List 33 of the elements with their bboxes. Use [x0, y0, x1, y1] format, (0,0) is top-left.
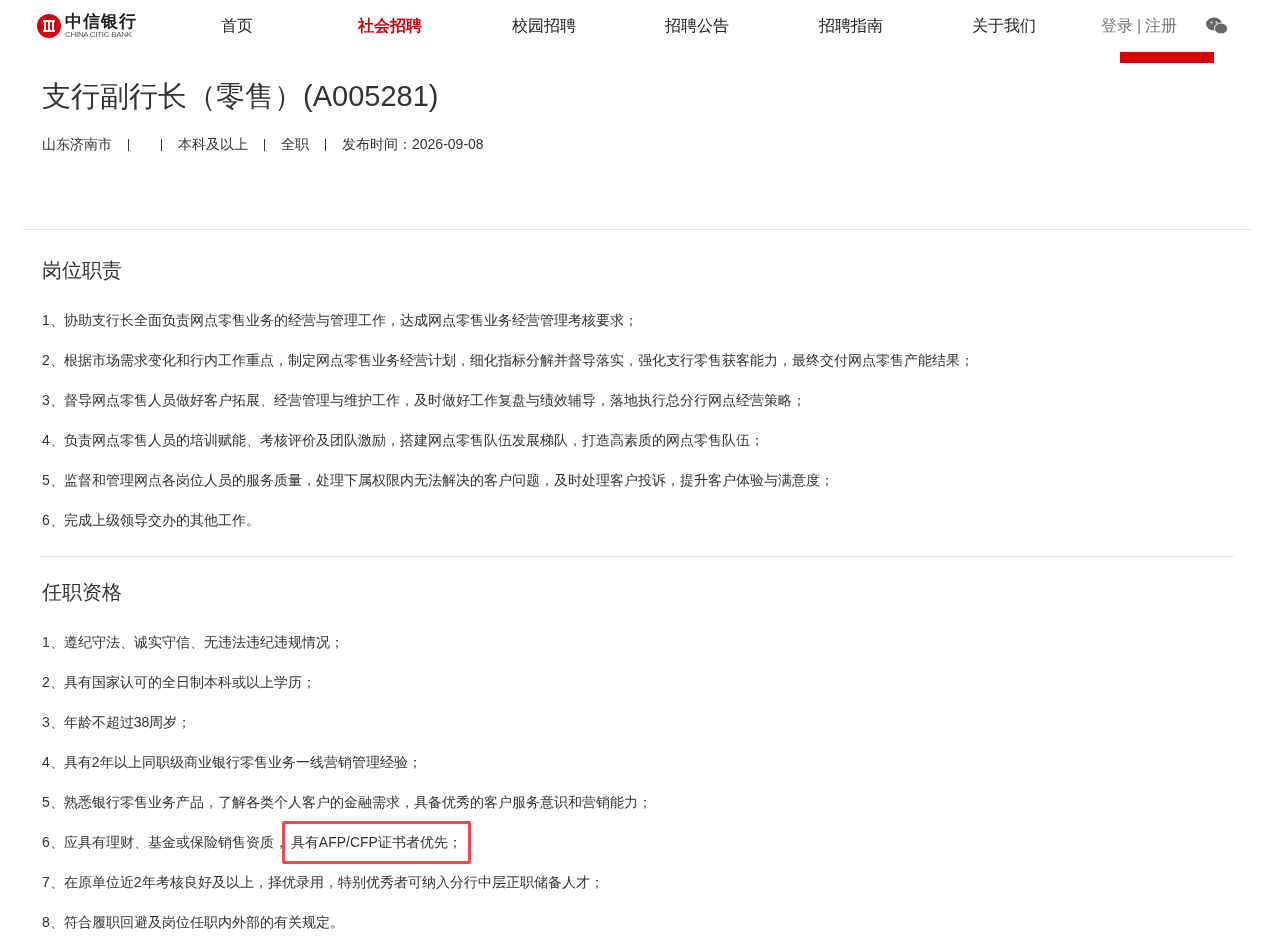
bank-logo-icon — [36, 13, 62, 39]
job-meta-text: 本科及以上 — [178, 135, 248, 154]
job-meta-text: 发布时间：2026-09-08 — [342, 135, 484, 154]
login-link[interactable]: 登录 — [1101, 14, 1133, 38]
list-item-text: 5、熟悉银行零售业务产品，了解各类个人客户的金融需求，具备优秀的客户服务意识和营销能力； — [42, 792, 652, 812]
separator-text: | — [1137, 16, 1142, 36]
nav-tab[interactable]: 招聘指南 — [774, 14, 928, 38]
nav-tab[interactable]: 招聘公告 — [620, 14, 774, 38]
list-item-text: 7、在原单位近2年考核良好及以上，择优录用，特别优秀者可纳入分行中层正职储备人才； — [42, 872, 604, 892]
bank-name: 中信银行 — [65, 13, 137, 30]
list-item-text: 1、协助支行长全面负责网点零售业务的经营与管理工作，达成网点零售业务经营管理考核要求； — [42, 310, 638, 330]
bank-subtitle: CHINA CITIC BANK — [65, 31, 133, 39]
nav-tab[interactable]: 关于我们 — [927, 14, 1081, 38]
list-item-text: 8、符合履职回避及岗位任职内外部的有关规定。 — [42, 912, 344, 932]
chat-bubbles-icon[interactable] — [1206, 17, 1229, 35]
section-heading: 任职资格 — [42, 580, 123, 605]
nav-tab[interactable]: 社会招聘 — [313, 14, 467, 38]
list-item-text: 1、遵纪守法、诚实守信、无违法违纪违规情况； — [42, 632, 344, 652]
list-item-text: 3、年龄不超过38周岁； — [42, 712, 192, 732]
section-heading: 岗位职责 — [42, 258, 123, 283]
nav-tab[interactable]: 首页 — [160, 14, 314, 38]
list-item-text: 2、具有国家认可的全日制本科或以上学历； — [42, 672, 316, 692]
list-item-text: 4、负责网点零售人员的培训赋能、考核评价及团队激励，搭建网点零售队伍发展梯队，打造高素质的网点零售队伍； — [42, 430, 764, 450]
job-meta-text: 山东济南市 — [42, 135, 112, 154]
register-link[interactable]: 注册 — [1145, 14, 1178, 38]
list-item-text: 3、督导网点零售人员做好客户拓展、经营管理与维护工作，及时做好工作复盘与绩效辅导，落地执行总分行网点经营策略； — [42, 390, 806, 410]
nav-tab[interactable]: 校园招聘 — [467, 14, 621, 38]
list-item-text: 2、根据市场需求变化和行内工作重点，制定网点零售业务经营计划，细化指标分解并督导落实，强化支行零售获客能力，最终交付网点零售产能结果； — [42, 350, 974, 370]
list-item-text: 6、完成上级领导交办的其他工作。 — [42, 510, 260, 530]
job-meta-text: 全职 — [281, 135, 309, 154]
list-item-text: 5、监督和管理网点各岗位人员的服务质量，处理下属权限内无法解决的客户问题，及时处理客户投诉，提升客户体验与满意度； — [42, 470, 834, 490]
list-item-text: 4、具有2年以上同职级商业银行零售业务一线营销管理经验； — [42, 752, 422, 772]
job-title: 支行副行长（零售）(A005281) — [42, 79, 439, 114]
